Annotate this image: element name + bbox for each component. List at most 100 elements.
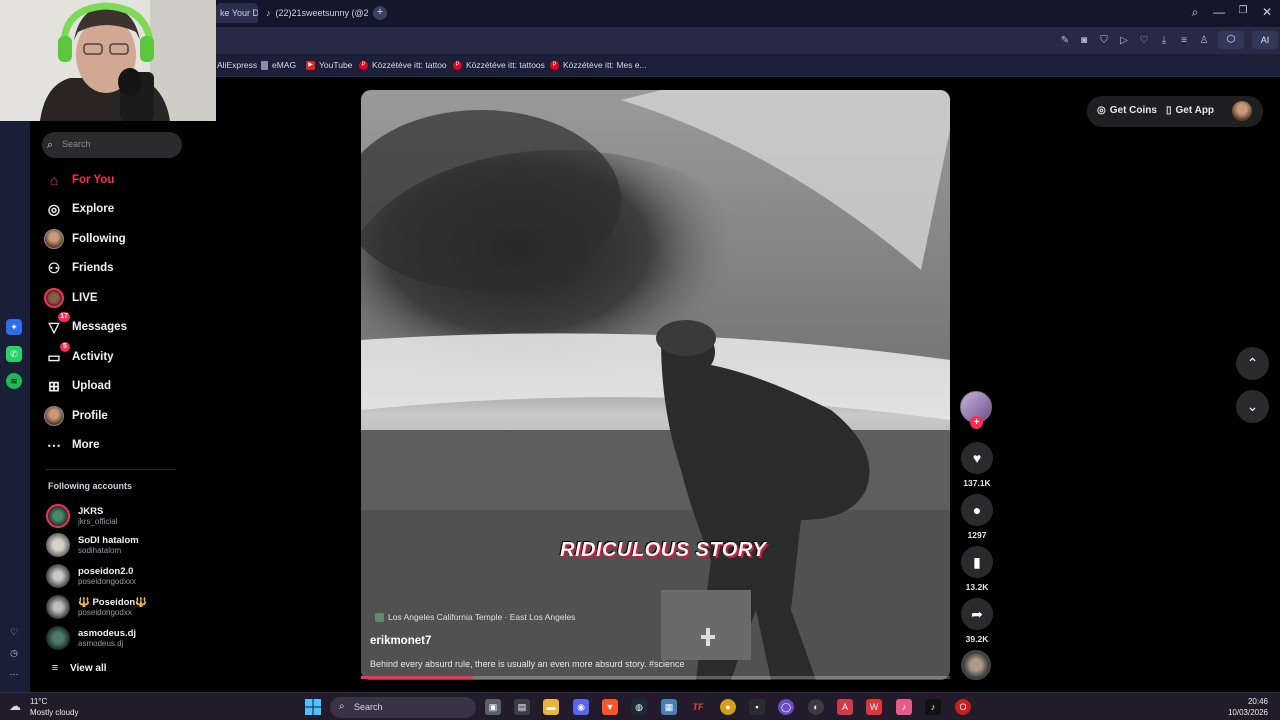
like-button[interactable]: ♥ (961, 442, 993, 474)
windows-start-icon[interactable] (305, 699, 321, 715)
camera-icon[interactable]: ◙ (1077, 34, 1091, 48)
favorites-icon[interactable]: ♡ (6, 624, 22, 640)
account-item[interactable]: SoDI hatalom sodihatalom (46, 531, 139, 559)
nav-label: Friends (72, 262, 114, 274)
account-item[interactable]: JKRS jkrs_official (46, 502, 117, 530)
save-button[interactable]: ▮ (961, 546, 993, 578)
tiktok-icon[interactable]: ♪ (925, 699, 941, 715)
file-explorer-icon[interactable]: ▬ (543, 699, 559, 715)
nav-label: More (72, 439, 100, 451)
bookmark-pinterest-2[interactable]: P Közzétéve itt: tattoos (453, 60, 545, 70)
account-name: poseidon2.0 (78, 565, 134, 577)
account-item[interactable]: 🔱 Poseidon🔱 poseidongodxx (46, 593, 147, 621)
bookmark-label: AliExpress (217, 60, 258, 70)
circle-app-icon[interactable]: ◯ (778, 699, 794, 715)
account-item[interactable]: asmodeus.dj asmodeus.dj (46, 624, 136, 652)
nav-live[interactable]: LIVE (44, 286, 98, 310)
discord-icon[interactable]: ◉ (573, 699, 589, 715)
share-count: 39.2K (965, 634, 989, 644)
tiktok-pink-icon[interactable]: ♪ (896, 699, 912, 715)
widgets-icon[interactable]: ▤ (514, 699, 530, 715)
app-icon[interactable]: ▪ (749, 699, 765, 715)
download-icon[interactable]: ⤓ (1157, 34, 1171, 48)
nav-for-you[interactable]: ⌂ For You (44, 168, 115, 192)
get-coins-button[interactable]: ◎ Get Coins (1097, 105, 1157, 116)
maximize-button[interactable]: ❐ (1236, 5, 1250, 16)
weather-temperature[interactable]: 11°C (30, 697, 47, 706)
follow-button[interactable]: + (970, 416, 983, 429)
new-tab-button[interactable]: + (373, 6, 387, 20)
comment-button[interactable]: ● (961, 494, 993, 526)
bookmark-aliexpress[interactable]: AliExpress (217, 60, 257, 70)
nav-activity[interactable]: ▭ 5 Activity (44, 342, 114, 369)
menu-icon[interactable]: ≡ (1177, 34, 1191, 48)
taskbar-search[interactable] (330, 697, 476, 718)
search-icon: ⌕ (47, 139, 54, 151)
opera-icon[interactable]: O (955, 699, 971, 715)
steam-icon[interactable]: ◍ (631, 699, 647, 715)
save-count: 13.2K (965, 582, 989, 592)
share-button[interactable]: ➦ (961, 598, 993, 630)
compass-icon: ◎ (47, 201, 61, 217)
account-avatar (46, 504, 70, 528)
history-icon[interactable]: ◷ (6, 645, 22, 661)
shield-icon[interactable]: ⛉ (1097, 34, 1111, 48)
nav-following[interactable]: Following (44, 227, 126, 251)
ai-button[interactable]: AI (1252, 31, 1278, 49)
bookmark-pinterest-3[interactable]: P Közzétéve itt: Mes e... (550, 60, 647, 70)
weather-description[interactable]: Mostly cloudy (30, 708, 78, 717)
view-all-link[interactable]: ≡ View all (48, 656, 107, 680)
search-input[interactable]: Search (62, 139, 172, 149)
browser-tab-active[interactable]: ke Your Da (216, 3, 258, 23)
nav-messages[interactable]: ▽ 17 Messages (44, 312, 127, 339)
minimize-button[interactable]: — (1212, 5, 1226, 19)
document-icon (261, 60, 268, 70)
account-avatar (46, 533, 70, 557)
task-view-icon[interactable]: ▣ (485, 699, 501, 715)
red-app-icon[interactable]: A (837, 699, 853, 715)
account-name: SoDI hatalom (78, 534, 139, 546)
extensions-button[interactable]: ⬡ (1218, 31, 1244, 49)
profile-avatar-button[interactable] (1232, 101, 1252, 121)
nav-friends[interactable]: ⚇ Friends (44, 256, 114, 280)
clock-time[interactable]: 20:46 (1240, 697, 1268, 706)
next-video-button[interactable]: ⌄ (1236, 390, 1269, 423)
spotify-icon[interactable]: ≋ (6, 373, 22, 389)
account-icon[interactable]: ♙ (1197, 34, 1211, 48)
search-tabs-icon[interactable]: ⌕ (1188, 5, 1202, 20)
edit-icon[interactable]: ✎ (1058, 34, 1072, 48)
nav-profile[interactable]: Profile (44, 404, 108, 428)
upload-icon: ⊞ (48, 378, 60, 394)
brave-icon[interactable]: ▼ (602, 699, 618, 715)
bookmark-emag[interactable]: eMAG (261, 60, 296, 70)
tf-app-icon[interactable]: TF (690, 699, 706, 715)
bookmark-pinterest-1[interactable]: P Közzétéve itt: tattoo (359, 60, 447, 70)
nav-explore[interactable]: ◎ Explore (44, 197, 114, 221)
heart-icon[interactable]: ♡ (1137, 34, 1151, 48)
photos-icon[interactable]: ▦ (661, 699, 677, 715)
messenger-icon[interactable]: ✦ (6, 319, 22, 335)
coin-app-icon[interactable]: ● (720, 699, 736, 715)
wps-icon[interactable]: W (866, 699, 882, 715)
youtube-icon: ▶ (306, 60, 315, 70)
whatsapp-icon[interactable]: ✆ (6, 346, 22, 362)
music-disc[interactable] (961, 650, 991, 680)
obs-icon[interactable]: ◐ (808, 699, 824, 715)
bookmark-label: Közzétéve itt: tattoo (372, 60, 447, 70)
close-window-button[interactable]: ✕ (1260, 5, 1274, 19)
weather-cloud-icon[interactable]: ☁ (9, 699, 25, 713)
clock-date[interactable]: 10/03/2026 (1224, 708, 1268, 717)
nav-upload[interactable]: ⊞ Upload (44, 374, 111, 398)
following-avatar (44, 229, 64, 249)
browser-tab-tiktok[interactable]: ♪ (22)21sweetsunny (@21s ✕ (258, 3, 368, 23)
bookmark-youtube[interactable]: ▶ YouTube (306, 60, 352, 70)
location-tag[interactable]: Los Angeles California Temple · East Los… (375, 612, 575, 622)
previous-video-button[interactable]: ⌃ (1236, 347, 1269, 380)
video-player[interactable] (361, 90, 950, 680)
play-icon[interactable]: ▷ (1117, 34, 1131, 48)
more-dock-icon[interactable]: ⋯ (6, 666, 22, 682)
nav-more[interactable]: ⋯ More (44, 433, 99, 457)
get-app-button[interactable]: ▯ Get App (1166, 105, 1214, 116)
account-item[interactable]: poseidon2.0 poseidongodxxx (46, 562, 136, 590)
video-author[interactable]: erikmonet7 (370, 635, 431, 647)
